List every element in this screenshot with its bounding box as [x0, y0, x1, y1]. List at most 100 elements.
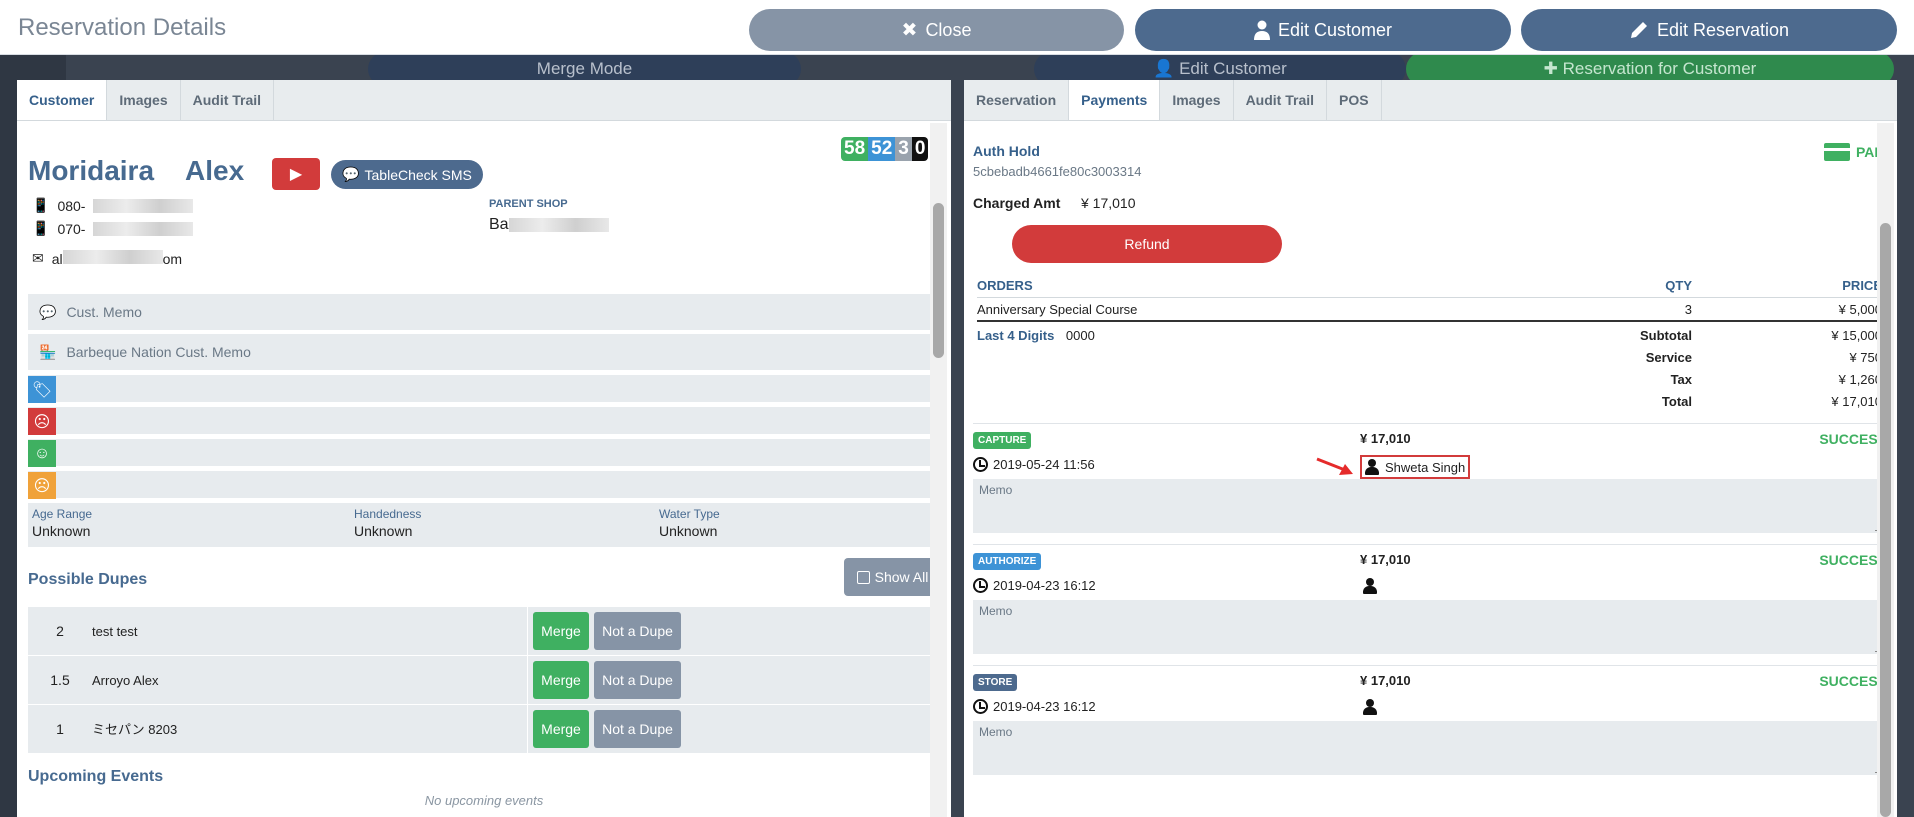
- edit-reservation-button[interactable]: Edit Reservation: [1521, 9, 1897, 51]
- orders-table-header: ORDERS QTY PRICE: [977, 278, 1882, 298]
- table-row: 1.5 Arroyo Alex Merge Not a Dupe: [28, 655, 941, 705]
- summary-total: Total ¥ 17,010: [977, 394, 1882, 414]
- user-icon: [1363, 578, 1377, 594]
- score-badge-gray: 3: [895, 137, 912, 161]
- phone1-text: 080-: [57, 197, 86, 214]
- credit-card-icon: [1824, 143, 1850, 161]
- summary-label: Tax: [1670, 372, 1692, 387]
- tab-audit-trail[interactable]: Audit Trail: [181, 80, 275, 120]
- phone-row-1[interactable]: 📱 080-: [32, 197, 194, 214]
- auth-hold-label: Auth Hold: [973, 143, 1040, 159]
- refund-button[interactable]: Refund: [1012, 225, 1282, 263]
- smile-face-icon: ☺: [28, 440, 56, 467]
- right-scrollbar[interactable]: [1877, 123, 1894, 817]
- transaction-memo-field[interactable]: Memo: [973, 721, 1887, 775]
- user-icon: [1253, 20, 1270, 40]
- user-icon: [1365, 459, 1379, 475]
- cust-memo-field[interactable]: 💬 Cust. Memo: [28, 294, 941, 330]
- right-scrollbar-thumb[interactable]: [1880, 223, 1891, 817]
- summary-subtotal: Subtotal ¥ 15,000: [977, 328, 1882, 348]
- memo-placeholder: Memo: [979, 604, 1013, 618]
- edit-reservation-label: Edit Reservation: [1656, 19, 1790, 40]
- parent-shop-label: PARENT SHOP: [489, 198, 568, 210]
- not-a-dupe-button[interactable]: Not a Dupe: [594, 612, 681, 650]
- charged-amount-label: Charged Amt: [973, 195, 1061, 211]
- payments-panel: Reservation Payments Images Audit Trail …: [964, 80, 1897, 817]
- clock-icon: [973, 578, 988, 593]
- transaction-memo-field[interactable]: Memo: [973, 479, 1887, 533]
- transaction-capture: CAPTURE ¥ 17,010 SUCCESS 2019-05-24 11:5…: [973, 423, 1887, 533]
- tab-reservation[interactable]: Reservation: [964, 80, 1070, 120]
- merge-button[interactable]: Merge: [533, 710, 589, 748]
- email-row[interactable]: ✉ al om: [32, 250, 182, 267]
- tab-pos[interactable]: POS: [1327, 80, 1382, 120]
- shop-memo-field[interactable]: 🏪 Barbeque Nation Cust. Memo: [28, 334, 941, 370]
- merge-button[interactable]: Merge: [533, 612, 589, 650]
- play-button[interactable]: ▶: [272, 158, 320, 190]
- merge-button[interactable]: Merge: [533, 661, 589, 699]
- tag-row-negative[interactable]: ☹: [28, 407, 941, 436]
- tablecheck-sms-button[interactable]: 💬 TableCheck SMS: [331, 160, 483, 189]
- tag-row-tags[interactable]: 🏷: [28, 375, 941, 404]
- not-a-dupe-button[interactable]: Not a Dupe: [594, 661, 681, 699]
- tag-icon: 🏷: [28, 376, 56, 403]
- summary-tax: Tax ¥ 1,260: [977, 372, 1882, 392]
- summary-label: Total: [1661, 394, 1692, 409]
- customer-attributes: Age Range Unknown Handedness Unknown Wat…: [28, 503, 941, 547]
- redacted-block: [62, 250, 163, 264]
- order-row: Anniversary Special Course 3 ¥ 5,000: [977, 302, 1882, 322]
- transaction-user-name: Shweta Singh: [1385, 459, 1466, 475]
- shop-memo-label: Barbeque Nation Cust. Memo: [66, 344, 251, 360]
- attr-value: Unknown: [354, 523, 413, 539]
- bg-edit-customer-label: Edit Customer: [1179, 59, 1287, 78]
- transaction-user: [1360, 576, 1386, 596]
- not-a-dupe-button[interactable]: Not a Dupe: [594, 710, 681, 748]
- dupe-score: 1.5: [50, 672, 70, 688]
- phone-row-2[interactable]: 📱 070-: [32, 220, 194, 237]
- bg-user-icon: 👤: [1153, 59, 1180, 78]
- order-item-name: Anniversary Special Course: [977, 302, 1138, 317]
- show-all-label: Show All: [874, 569, 929, 585]
- edit-customer-button[interactable]: Edit Customer: [1135, 9, 1511, 51]
- dupe-name: test test: [92, 606, 528, 656]
- tab-images[interactable]: Images: [1160, 80, 1234, 120]
- table-row: 2 test test Merge Not a Dupe: [28, 606, 941, 656]
- tab-audit-trail[interactable]: Audit Trail: [1234, 80, 1328, 120]
- dupes-table: 2 test test Merge Not a Dupe 1.5 Arroyo …: [28, 606, 941, 754]
- summary-value: ¥ 15,000: [1831, 328, 1882, 343]
- cust-memo-label: Cust. Memo: [66, 304, 142, 320]
- mobile-phone-icon: 📱: [32, 220, 50, 236]
- attr-value: Unknown: [32, 523, 91, 539]
- bg-res-customer-label: Reservation for Customer: [1562, 59, 1757, 78]
- transaction-date: 2019-04-23 16:12: [973, 699, 1096, 714]
- close-button[interactable]: ✖ Close: [749, 9, 1124, 51]
- dupe-score: 2: [56, 623, 64, 639]
- transaction-amount: ¥ 17,010: [1360, 431, 1411, 446]
- reservation-tabs: Reservation Payments Images Audit Trail …: [964, 80, 1897, 121]
- pencil-icon: [1630, 22, 1647, 38]
- customer-first-name: Alex: [185, 155, 245, 186]
- shop-icon: 🏪: [39, 343, 57, 360]
- clock-icon: [973, 457, 988, 472]
- transaction-date-text: 2019-04-23 16:12: [993, 699, 1096, 714]
- modal-header: Reservation Details ✖ Close Edit Custome…: [0, 0, 1914, 55]
- transaction-authorize: AUTHORIZE ¥ 17,010 SUCCESS 2019-04-23 16…: [973, 544, 1887, 654]
- transaction-date: 2019-04-23 16:12: [973, 578, 1096, 593]
- transaction-memo-field[interactable]: Memo: [973, 600, 1887, 654]
- memo-placeholder: Memo: [979, 725, 1013, 739]
- tag-row-positive[interactable]: ☺: [28, 439, 941, 468]
- order-item-qty: 3: [1684, 302, 1692, 317]
- tag-row-neutral[interactable]: ☹: [28, 471, 941, 500]
- tab-images[interactable]: Images: [107, 80, 181, 120]
- frown-face-icon: ☹: [28, 472, 56, 499]
- transaction-amount: ¥ 17,010: [1360, 673, 1411, 688]
- left-scrollbar-thumb[interactable]: [933, 203, 944, 358]
- show-all-button[interactable]: Show All: [844, 558, 941, 596]
- orders-col-qty: QTY: [1665, 278, 1692, 293]
- tab-customer[interactable]: Customer: [17, 80, 108, 120]
- summary-value: ¥ 1,260: [1838, 372, 1882, 387]
- attr-label: Water Type: [659, 507, 720, 521]
- redacted-block: [93, 221, 194, 236]
- left-scrollbar[interactable]: [930, 123, 947, 817]
- tab-payments[interactable]: Payments: [1069, 80, 1161, 120]
